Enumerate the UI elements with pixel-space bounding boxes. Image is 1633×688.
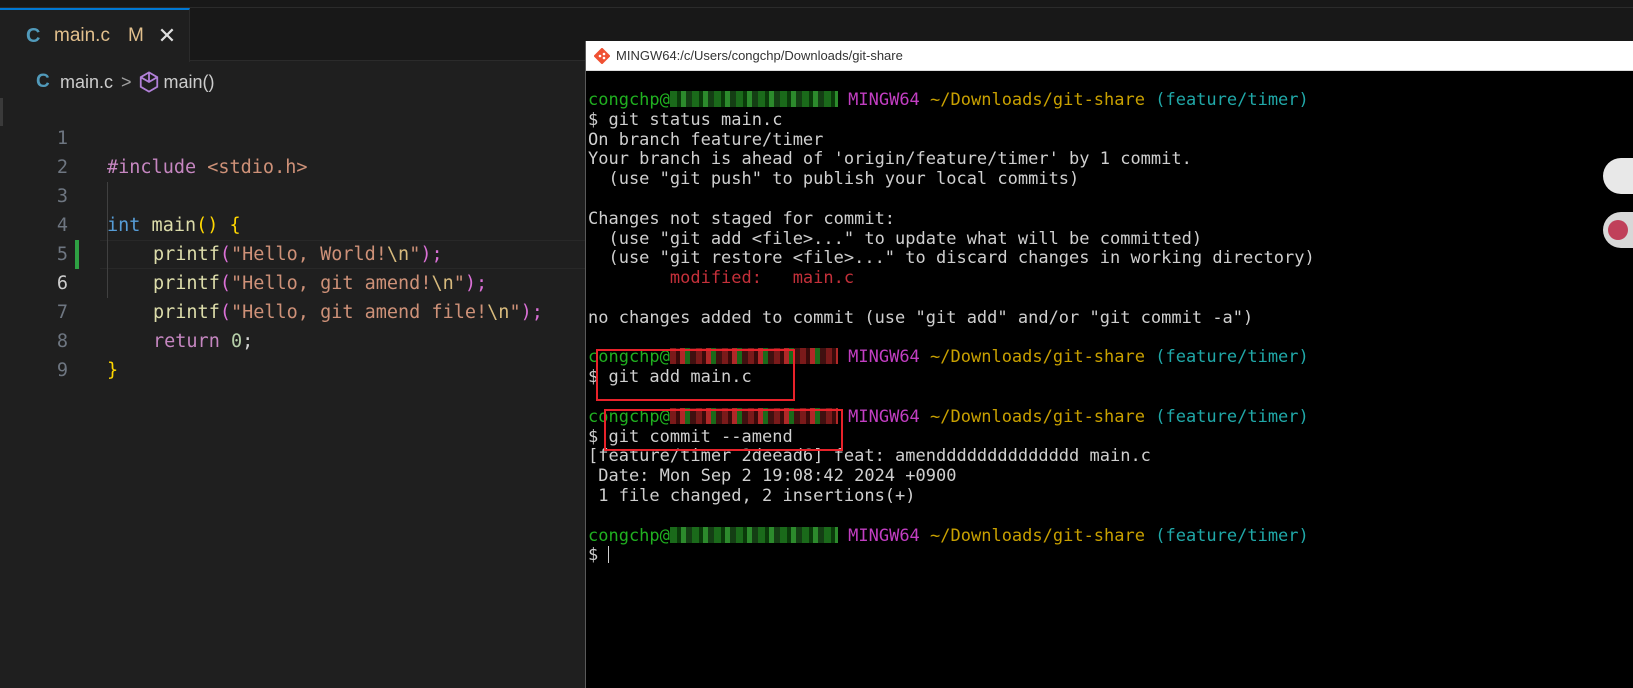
modified-badge: M	[127, 25, 144, 46]
code-line: 1 #include <stdio.h>	[0, 95, 600, 178]
terminal-titlebar[interactable]: MINGW64:/c/Users/congchp/Downloads/git-s…	[586, 41, 1633, 71]
symbol-method-icon	[139, 71, 158, 93]
terminal-window[interactable]: MINGW64:/c/Users/congchp/Downloads/git-s…	[585, 41, 1633, 688]
avatar-icon	[1608, 220, 1628, 240]
output-line: Your branch is ahead of 'origin/feature/…	[588, 149, 1192, 170]
code-line: 2	[0, 124, 600, 178]
c-language-icon: C	[26, 24, 41, 47]
prompt-env: MINGW64	[848, 525, 920, 546]
floating-edge-button[interactable]	[1603, 212, 1633, 248]
output-line: (use "git add <file>..." to update what …	[588, 228, 1203, 249]
code-line: 9	[0, 327, 600, 381]
highlight-box-git-add	[596, 349, 795, 401]
output-line: 1 file changed, 2 insertions(+)	[588, 485, 916, 506]
command-line: $ git status main.c	[588, 109, 783, 130]
c-language-icon: C	[36, 71, 50, 92]
code-line: 5 printf("Hello, git amend!\n");	[0, 211, 600, 294]
prompt-env: MINGW64	[848, 406, 920, 427]
code-line: 8 }	[0, 298, 600, 381]
text-cursor	[608, 546, 610, 564]
line-number: 9	[56, 360, 68, 381]
tab-filename: main.c	[54, 25, 110, 46]
chevron-right-icon: >	[121, 71, 132, 92]
redacted-hostname	[669, 91, 838, 107]
prompt-env: MINGW64	[848, 347, 920, 368]
prompt-branch: (feature/timer)	[1155, 525, 1309, 546]
prompt-branch: (feature/timer)	[1155, 90, 1309, 110]
floating-edge-button[interactable]	[1603, 158, 1633, 194]
terminal-title: MINGW64:/c/Users/congchp/Downloads/git-s…	[616, 48, 903, 63]
prompt-path: ~/Downloads/git-share	[930, 525, 1145, 546]
prompt-env: MINGW64	[848, 90, 920, 110]
close-icon[interactable]: ✕	[158, 23, 176, 49]
output-line: (use "git push" to publish your local co…	[588, 169, 1080, 190]
code-line-active: 6 printf("Hello, git amend file!\n");	[0, 240, 600, 323]
code-line: 4 printf("Hello, World!\n");	[0, 182, 600, 265]
prompt-user: congchp@	[588, 90, 670, 110]
output-line: On branch feature/timer	[588, 129, 824, 150]
prompt-branch: (feature/timer)	[1155, 406, 1309, 427]
terminal-output[interactable]: congchp@ MINGW64 ~/Downloads/git-share (…	[588, 90, 1315, 566]
git-bash-icon	[594, 47, 610, 64]
breadcrumb-file[interactable]: main.c	[60, 72, 113, 93]
output-line: no changes added to commit (use "git add…	[588, 307, 1254, 328]
code-token: }	[107, 360, 119, 381]
prompt-path: ~/Downloads/git-share	[930, 90, 1145, 110]
command-prompt: $	[588, 545, 609, 566]
output-line: Changes not staged for commit:	[588, 208, 896, 229]
prompt-line: congchp@ MINGW64 ~/Downloads/git-share (…	[588, 90, 1309, 110]
breadcrumb-symbol[interactable]: main()	[164, 72, 215, 93]
redacted-hostname	[669, 526, 838, 543]
code-line: 3 int main() {	[0, 153, 600, 236]
tab-main-c[interactable]: C main.c M ✕	[0, 8, 190, 62]
prompt-line: congchp@ MINGW64 ~/Downloads/git-share (…	[588, 526, 1309, 546]
prompt-branch: (feature/timer)	[1155, 347, 1309, 368]
highlight-box-git-commit	[604, 409, 843, 451]
output-line: Date: Mon Sep 2 19:08:42 2024 +0900	[588, 466, 957, 487]
prompt-path: ~/Downloads/git-share	[930, 347, 1145, 368]
prompt-user: congchp@	[588, 525, 670, 546]
code-line: 7 return 0;	[0, 269, 600, 352]
title-strip	[0, 0, 1633, 8]
output-line: (use "git restore <file>..." to discard …	[588, 248, 1315, 269]
modified-file-line: modified: main.c	[588, 268, 855, 289]
prompt-path: ~/Downloads/git-share	[930, 406, 1145, 427]
